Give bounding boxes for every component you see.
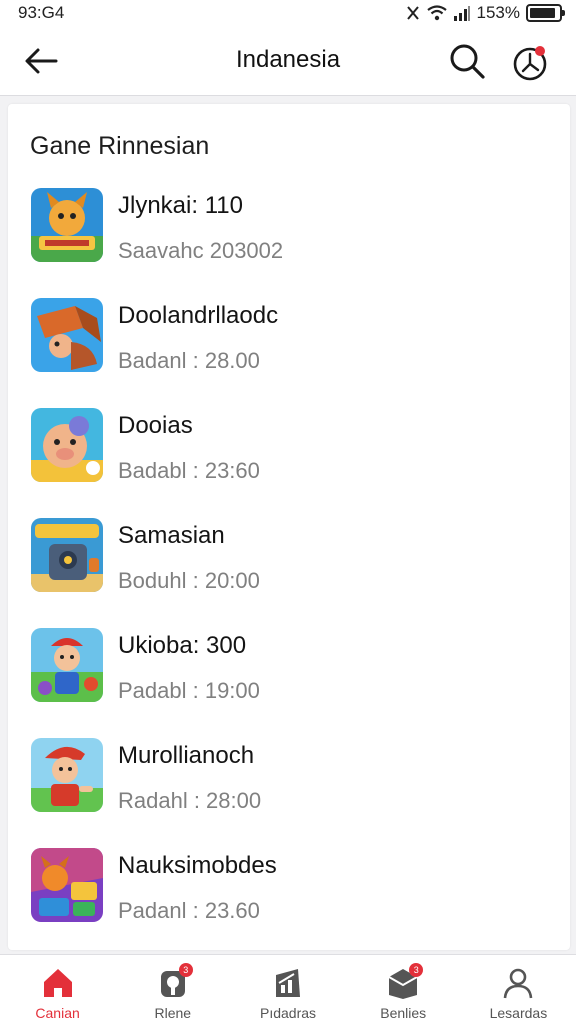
nav-item-home[interactable]: Canian <box>0 955 115 1024</box>
nav-item-benlies[interactable]: 3 Benlies <box>346 955 461 1024</box>
chart-box-icon <box>270 965 306 1001</box>
status-icons: 153% <box>405 3 565 23</box>
wifi-icon <box>426 5 447 21</box>
nav-item-rlene[interactable]: 3 Rlene <box>115 955 230 1024</box>
list-item[interactable]: Ukioba: 300 Padabl : 19:00 <box>8 626 570 736</box>
nav-label: Lesardas <box>489 1005 548 1021</box>
search-icon <box>450 44 485 79</box>
app-bar: Indanesia <box>0 26 576 96</box>
status-bar: 93:G4 153% <box>0 0 576 26</box>
notification-badge: 3 <box>178 963 193 977</box>
fox-character-icon <box>31 188 103 262</box>
list-item[interactable]: Doolandrllaodc Badanl : 28.00 <box>8 296 570 406</box>
nav-label: Benlies <box>380 1005 427 1021</box>
game-meta: Padabl : 19:00 <box>118 678 260 703</box>
hero-character-icon <box>31 738 103 812</box>
game-meta: Badanl : 28.00 <box>118 348 260 373</box>
crate-character-icon <box>31 298 103 372</box>
game-name: Doolandrllaodc <box>118 302 279 329</box>
game-name: Murollianoch <box>118 742 255 769</box>
list-item[interactable]: Murollianoch Radahl : 28:00 <box>8 736 570 846</box>
game-list-card: Gane Rinnesian Jlynkai: 110 Saavahc 2030… <box>8 104 570 950</box>
pig-character-icon <box>31 408 103 482</box>
history-button[interactable] <box>508 40 554 86</box>
boy-character-icon <box>31 628 103 702</box>
pin-icon: 3 <box>155 963 193 1001</box>
battery-level <box>530 8 556 18</box>
section-title: Gane Rinnesian <box>30 132 210 160</box>
game-list: Jlynkai: 110 Saavahc 203002 Doolandrllao… <box>8 186 570 956</box>
list-item[interactable]: Jlynkai: 110 Saavahc 203002 <box>8 186 570 296</box>
list-item[interactable]: Samasian Boduhl : 20:00 <box>8 516 570 626</box>
nav-label: Rlene <box>154 1005 192 1021</box>
search-button[interactable] <box>446 40 488 82</box>
battery-icon <box>526 4 565 22</box>
game-name: Dooias <box>118 412 193 439</box>
list-item[interactable]: Nauksimobdes Padanl : 23.60 <box>8 846 570 956</box>
game-meta: Boduhl : 20:00 <box>118 568 260 593</box>
nav-item-lesardas[interactable]: Lesardas <box>461 955 576 1024</box>
game-name: Jlynkai: 110 <box>118 192 243 219</box>
game-meta: Padanl : 23.60 <box>118 898 260 923</box>
status-time: 93:G4 <box>18 3 65 22</box>
game-meta: Saavahc 203002 <box>118 238 284 263</box>
clock-alert-icon <box>513 46 547 81</box>
signal-icon <box>453 6 470 21</box>
nav-item-pidadras[interactable]: Pıdadras <box>230 955 345 1024</box>
vibrate-icon <box>406 6 419 20</box>
home-icon <box>40 965 76 1001</box>
game-name: Samasian <box>118 522 225 549</box>
page-title: Indanesia <box>235 46 341 73</box>
list-item[interactable]: Dooias Badabl : 23:60 <box>8 406 570 516</box>
nav-label: Canian <box>35 1005 80 1021</box>
game-meta: Radahl : 28:00 <box>118 788 262 813</box>
game-name: Ukioba: 300 <box>118 632 247 659</box>
game-meta: Badabl : 23:60 <box>118 458 260 483</box>
puzzle-character-icon <box>31 848 103 922</box>
inbox-icon: 3 <box>385 963 424 1001</box>
safe-box-icon <box>31 518 103 592</box>
game-name: Nauksimobdes <box>118 852 277 879</box>
nav-label: Pıdadras <box>259 1005 317 1021</box>
battery-percent: 153% <box>476 3 520 22</box>
bottom-nav: Canian 3 Rlene Pıdadras 3 Benlies Lesard… <box>0 954 576 1024</box>
person-icon <box>500 965 536 1001</box>
